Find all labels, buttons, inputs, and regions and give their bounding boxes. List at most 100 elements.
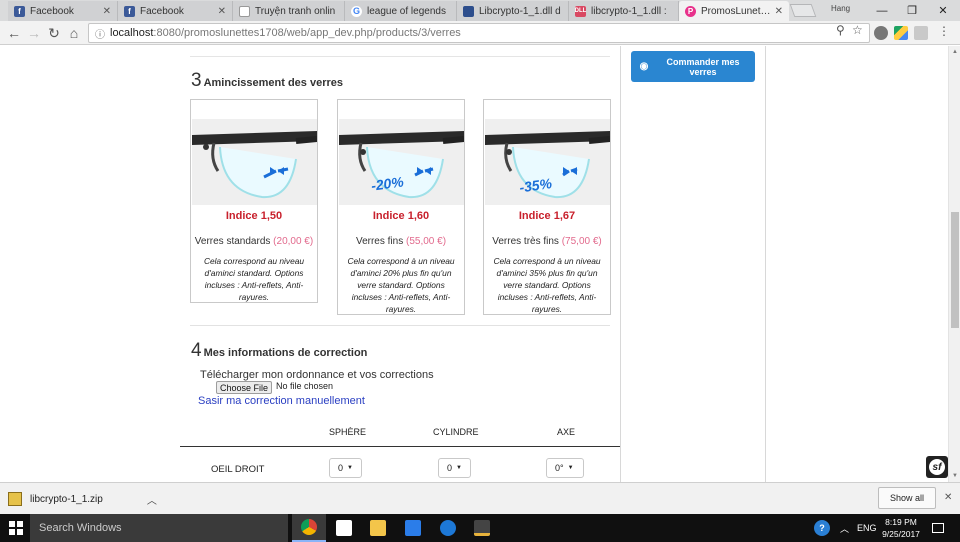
close-icon[interactable]: ✕: [218, 6, 226, 17]
reload-icon[interactable]: ↻: [44, 23, 64, 43]
facebook-icon: f: [14, 5, 25, 17]
language-indicator[interactable]: ENG: [857, 514, 877, 542]
divider: [190, 56, 610, 57]
tab-facebook-1[interactable]: f Facebook ✕: [8, 1, 118, 21]
minimize-icon[interactable]: —: [867, 0, 897, 21]
edge-icon[interactable]: [431, 514, 465, 542]
scroll-thumb[interactable]: [951, 212, 959, 328]
select-value: 0°: [555, 463, 564, 473]
restore-icon[interactable]: ❐: [897, 0, 927, 21]
menu-icon[interactable]: ⋮: [938, 24, 950, 38]
step-title: Amincissement des verres: [203, 77, 343, 89]
lens-type-label: Verres très fins: [492, 236, 559, 247]
lens-type-label: Verres fins: [355, 236, 404, 247]
upload-label: Télécharger mon ordonnance et vos correc…: [200, 369, 434, 381]
home-icon[interactable]: ⌂: [64, 23, 84, 43]
extension-icon[interactable]: [914, 26, 928, 40]
step-number: 4: [191, 340, 202, 361]
lens-option-card[interactable]: -20% Indice 1,60 Verres fins (55,00 €) C…: [337, 99, 465, 315]
google-drive-icon[interactable]: [894, 26, 908, 40]
document-icon: [239, 5, 250, 17]
clock-time: 8:19 PM: [885, 517, 917, 527]
url-path: :8080/promoslunettes1708/web/app_dev.php…: [153, 27, 461, 39]
close-icon[interactable]: ✕: [103, 6, 111, 17]
lens-option-card[interactable]: Indice 1,50 Verres standards (20,00 €) C…: [190, 99, 318, 303]
tab-title: Truyện tranh onlin: [255, 5, 336, 17]
glasses-image: [192, 119, 317, 205]
scroll-up-icon[interactable]: ▲: [949, 46, 960, 58]
browser-tabstrip: f Facebook ✕ f Facebook ✕ Truyện tranh o…: [0, 0, 960, 21]
glasses-image: -20%: [339, 119, 464, 205]
symfony-logo-icon: sf: [929, 459, 945, 475]
taskbar-search[interactable]: Search Windows: [30, 514, 288, 542]
new-tab-button[interactable]: [789, 4, 817, 17]
column-header-cylindre: CYLINDRE: [433, 427, 479, 437]
axe-select[interactable]: 0° ▼: [546, 458, 584, 478]
app-icon[interactable]: [465, 514, 499, 542]
chrome-taskbar-icon[interactable]: [292, 514, 326, 542]
lens-option-card[interactable]: -35% Indice 1,67 Verres très fins (75,00…: [483, 99, 611, 315]
glasses-illustration: -35%: [485, 131, 610, 199]
scroll-down-icon[interactable]: ▼: [949, 470, 960, 482]
step-3-heading: 3 Amincissement des verres: [191, 70, 343, 92]
divider: [190, 325, 610, 326]
page-scrollbar[interactable]: ▲ ▼: [948, 46, 960, 482]
windows-start-icon[interactable]: [9, 521, 23, 535]
close-icon[interactable]: ✕: [775, 6, 783, 17]
help-icon[interactable]: ?: [814, 514, 830, 542]
tab-facebook-2[interactable]: f Facebook ✕: [118, 1, 233, 21]
back-icon[interactable]: ←: [4, 23, 24, 43]
tab-libcrypto-dll[interactable]: Libcrypto-1_1.dll d: [457, 1, 569, 21]
lens-price: (75,00 €): [561, 236, 602, 247]
profile-name[interactable]: Hang: [831, 4, 850, 13]
show-all-button[interactable]: Show all: [878, 487, 936, 509]
symfony-toolbar-icon[interactable]: sf: [926, 456, 948, 478]
order-lenses-button[interactable]: ◉ Commander mes verres: [631, 51, 755, 82]
clock-date: 9/25/2017: [882, 529, 920, 539]
promoslunettes-icon: P: [685, 5, 696, 17]
tab-promoslunettes[interactable]: P PromosLunettes ✕: [679, 1, 789, 21]
download-item[interactable]: libcrypto-1_1.zip ︿: [8, 487, 158, 511]
zoom-search-icon[interactable]: ⚲: [836, 23, 845, 37]
tab-truyen-tranh[interactable]: Truyện tranh onlin: [233, 1, 345, 21]
extension-icon[interactable]: [874, 26, 888, 40]
choose-file-button[interactable]: Choose File: [216, 381, 272, 394]
file-status: No file chosen: [276, 381, 334, 391]
product-options-column: 3 Amincissement des verres Indice 1,50 V…: [180, 46, 620, 482]
dropbox-icon[interactable]: [396, 514, 430, 542]
lens-description: Cela correspond à un niveau d'aminci 35%…: [493, 256, 601, 314]
system-clock[interactable]: 8:19 PM 9/25/2017: [876, 516, 926, 540]
chevron-up-icon[interactable]: ︿: [147, 492, 157, 507]
manual-correction-link[interactable]: Sasir ma correction manuellement: [198, 395, 365, 407]
order-sidebar: ◉ Commander mes verres: [620, 46, 766, 482]
download-filename: libcrypto-1_1.zip: [30, 493, 103, 505]
tab-libcrypto-dll-2[interactable]: DLL libcrypto-1_1.dll :: [569, 1, 679, 21]
bookmark-star-icon[interactable]: ☆: [852, 23, 863, 37]
sphere-select[interactable]: 0 ▼: [329, 458, 362, 478]
google-icon: G: [351, 5, 362, 17]
column-header-sphere: SPHÈRE: [329, 427, 367, 437]
lens-type: Verres fins (55,00 €): [338, 236, 464, 247]
notifications-icon[interactable]: [932, 514, 944, 542]
lens-description: Cela correspond à un niveau d'aminci 20%…: [347, 256, 455, 314]
chevron-up-icon[interactable]: ︿: [840, 514, 849, 542]
library-icon: [463, 5, 474, 17]
forward-icon[interactable]: →: [24, 23, 44, 43]
window-close-icon[interactable]: ✕: [928, 0, 958, 21]
zip-file-icon: [8, 492, 22, 506]
file-explorer-icon[interactable]: [361, 514, 395, 542]
tab-title: Facebook: [140, 5, 184, 17]
lens-type: Verres standards (20,00 €): [191, 236, 317, 247]
info-icon[interactable]: ⓘ: [95, 26, 105, 41]
store-icon[interactable]: [327, 514, 361, 542]
lens-price: (55,00 €): [406, 236, 447, 247]
order-button-label: Commander mes verres: [666, 56, 740, 77]
close-icon[interactable]: ✕: [944, 492, 952, 503]
select-value: 0: [447, 463, 453, 473]
lens-type: Verres très fins (75,00 €): [484, 236, 610, 247]
tab-title: libcrypto-1_1.dll :: [591, 5, 667, 17]
tab-league-of-legends[interactable]: G league of legends: [345, 1, 457, 21]
eye-icon: ◉: [639, 61, 649, 72]
address-bar[interactable]: ⓘ localhost:8080/promoslunettes1708/web/…: [88, 23, 870, 43]
cylindre-select[interactable]: 0 ▼: [438, 458, 471, 478]
